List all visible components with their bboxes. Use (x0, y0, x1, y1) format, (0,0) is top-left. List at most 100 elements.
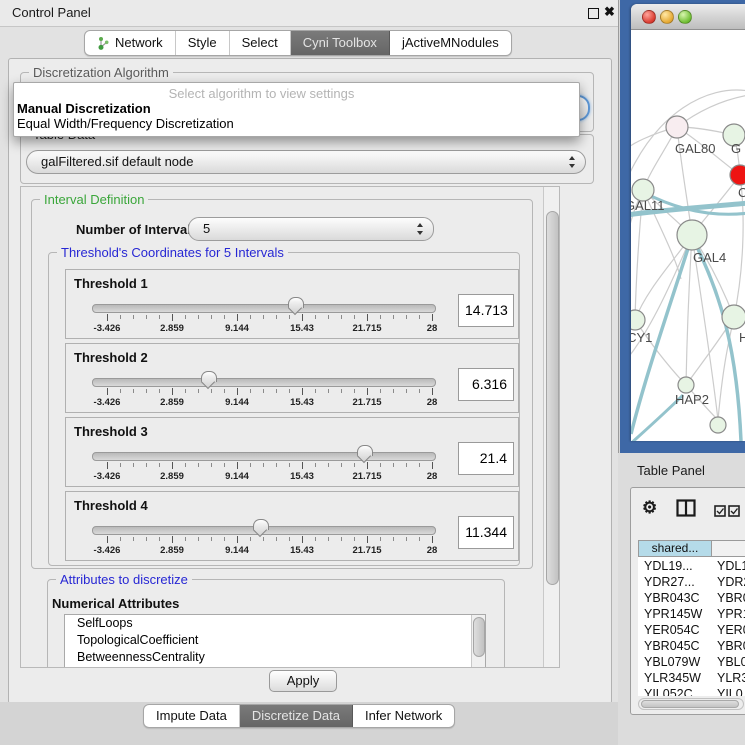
tick-label: 9.144 (225, 323, 249, 334)
network-node[interactable] (730, 165, 745, 185)
threshold-3-slider[interactable]: -3.4262.8599.14415.4321.71528 (92, 446, 436, 482)
column-header-shared[interactable]: shared... (638, 540, 712, 557)
tab-jactivemnodules[interactable]: jActiveMNodules (390, 31, 511, 55)
tick-label: 21.715 (352, 545, 381, 556)
tick-label: 9.144 (225, 471, 249, 482)
table-row[interactable]: YDR27...YDR2 (638, 574, 745, 590)
threshold-2-slider[interactable]: -3.4262.8599.14415.4321.71528 (92, 372, 436, 408)
tab-style[interactable]: Style (176, 31, 230, 55)
network-svg[interactable]: GAL80GCGAL11GAL4GCY1HHAP2 (631, 29, 745, 441)
algorithm-popup: Select algorithm to view settings Manual… (13, 82, 580, 137)
float-icon[interactable] (588, 8, 599, 19)
interval-definition-title: Interval Definition (40, 192, 148, 207)
table-row[interactable]: YBL079WYBL0 (638, 654, 745, 670)
tick-label: -3.426 (94, 323, 121, 334)
network-node[interactable] (666, 116, 688, 138)
table-row[interactable]: YLR345WYLR3 (638, 670, 745, 686)
threshold-4-slider[interactable]: -3.4262.8599.14415.4321.71528 (92, 520, 436, 556)
table-data-combobox[interactable]: galFiltered.sif default node (26, 150, 586, 174)
tick-label: 15.43 (290, 397, 314, 408)
threshold-1-slider[interactable]: -3.4262.8599.14415.4321.71528 (92, 298, 436, 334)
tab-network[interactable]: Network (85, 31, 176, 55)
network-node-label: GAL4 (693, 250, 726, 265)
close-icon[interactable]: ✖ (604, 4, 615, 20)
close-traffic-light-icon[interactable] (642, 10, 656, 24)
table-row[interactable]: YPR145WYPR1 (638, 606, 745, 622)
network-icon (97, 36, 110, 51)
threshold-1-box: Threshold 1 -3.4262.8599.14415.4321.7152… (65, 269, 519, 339)
list-item[interactable]: BetweennessCentrality (65, 649, 485, 666)
list-item[interactable]: SelfLoops (65, 615, 485, 632)
tick-label: 21.715 (352, 323, 381, 334)
network-node[interactable] (631, 310, 645, 330)
popup-option-equal-width-frequency[interactable]: Equal Width/Frequency Discretization (17, 116, 234, 131)
checkbox-icon[interactable] (714, 505, 727, 517)
attributes-scrollbar[interactable] (471, 615, 485, 668)
tab-impute-data[interactable]: Impute Data (144, 705, 240, 727)
settings-scroll-area: Interval Definition Number of Intervals … (20, 186, 560, 668)
table-row[interactable]: YBR045CYBR0 (638, 638, 745, 654)
discretization-algorithm-title: Discretization Algorithm (29, 65, 173, 80)
threshold-3-label: Threshold 3 (74, 424, 148, 439)
network-node-label: H (739, 330, 745, 345)
settings-scrollbar[interactable] (543, 187, 559, 667)
table-row[interactable]: YER054CYER0 (638, 622, 745, 638)
threshold-1-label: Threshold 1 (74, 276, 148, 291)
number-of-intervals-spinner[interactable]: 5 (188, 217, 434, 241)
tick-label: 2.859 (160, 323, 184, 334)
apply-button[interactable]: Apply (269, 670, 337, 692)
table-row[interactable]: YBR043CYBR0 (638, 590, 745, 606)
attributes-group: Attributes to discretize Numerical Attri… (47, 579, 505, 668)
threshold-1-value-field[interactable]: 14.713 (458, 294, 514, 327)
numerical-attributes-list[interactable]: SelfLoops TopologicalCoefficient Between… (64, 614, 486, 668)
tick-label: 28 (427, 545, 438, 556)
threshold-3-value-field[interactable]: 21.4 (458, 442, 514, 475)
slider-thumb[interactable] (357, 445, 373, 456)
tick-label: -3.426 (94, 471, 121, 482)
panel-title: Control Panel (12, 5, 91, 20)
network-node[interactable] (677, 220, 707, 250)
control-panel-titlebar: Control Panel ✖ (0, 0, 618, 27)
network-node-label: G (731, 141, 741, 156)
interval-definition-group: Interval Definition Number of Intervals … (31, 199, 533, 569)
split-table-icon[interactable] (676, 499, 696, 517)
zoom-traffic-light-icon[interactable] (678, 10, 692, 24)
network-window-titlebar (631, 4, 745, 30)
network-window: GAL80GCGAL11GAL4GCY1HHAP2 (631, 4, 745, 441)
table-row[interactable]: YDL19...YDL1 (638, 558, 745, 574)
algorithm-popup-hint: Select algorithm to view settings (14, 86, 509, 101)
column-header-name[interactable]: na (711, 540, 745, 557)
threshold-2-value-field[interactable]: 6.316 (458, 368, 514, 401)
gear-icon[interactable]: ⚙ (642, 498, 657, 518)
checkbox-icon[interactable] (728, 505, 741, 517)
table-panel: Table Panel ⚙ shared... na YDL19...YDL1 (618, 453, 745, 745)
slider-thumb[interactable] (253, 519, 269, 530)
number-of-intervals-value: 5 (203, 221, 210, 236)
table-row[interactable]: YIL052CYIL0 (638, 686, 745, 696)
tab-infer-network[interactable]: Infer Network (353, 705, 454, 727)
network-node-label: GAL80 (675, 141, 715, 156)
table-panel-title: Table Panel (637, 463, 705, 478)
slider-thumb[interactable] (288, 297, 304, 308)
tab-cyni-toolbox[interactable]: Cyni Toolbox (291, 31, 390, 55)
threshold-4-value-field[interactable]: 11.344 (458, 516, 514, 549)
tick-label: 9.144 (225, 397, 249, 408)
tab-discretize-data[interactable]: Discretize Data (240, 705, 353, 727)
number-of-intervals-label: Number of Intervals (76, 222, 198, 237)
tick-label: 28 (427, 397, 438, 408)
network-node[interactable] (678, 377, 694, 393)
network-node[interactable] (722, 305, 745, 329)
scrollbar-thumb[interactable] (641, 700, 739, 708)
screenshot-root: Control Panel ✖ Network Style Select C (0, 0, 745, 745)
popup-option-manual-discretization[interactable]: Manual Discretization (17, 101, 151, 116)
network-node[interactable] (710, 417, 726, 433)
top-tab-bar: Network Style Select Cyni Toolbox jActiv… (84, 30, 512, 56)
table-hscrollbar[interactable] (638, 698, 744, 710)
list-item[interactable]: TopologicalCoefficient (65, 632, 485, 649)
bottom-tab-bar: Impute Data Discretize Data Infer Networ… (143, 704, 455, 728)
tab-select[interactable]: Select (230, 31, 291, 55)
scrollbar-thumb[interactable] (473, 617, 485, 657)
scrollbar-thumb[interactable] (546, 211, 559, 585)
minimize-traffic-light-icon[interactable] (660, 10, 674, 24)
slider-thumb[interactable] (201, 371, 217, 382)
